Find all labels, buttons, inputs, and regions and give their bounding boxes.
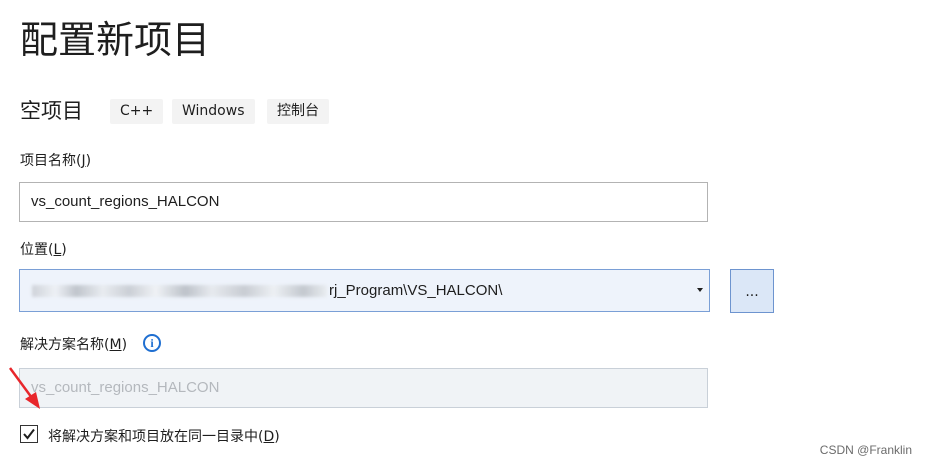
location-value: rj_Program\VS_HALCON\	[329, 282, 503, 299]
browse-button[interactable]: ...	[730, 269, 774, 313]
location-label: 位置(L)	[20, 242, 67, 258]
page-title: 配置新项目	[20, 18, 211, 62]
solution-name-label: 解决方案名称(M)	[20, 337, 128, 353]
watermark: CSDN @Franklin	[819, 443, 912, 457]
info-icon[interactable]: i	[143, 334, 161, 352]
location-combobox[interactable]: rj_Program\VS_HALCON\	[19, 269, 710, 312]
tag-cpp: C++	[110, 99, 164, 124]
template-name: 空项目	[20, 99, 83, 123]
checkmark-icon	[23, 428, 35, 440]
redacted-path	[32, 285, 327, 298]
project-name-input[interactable]: vs_count_regions_HALCON	[19, 182, 708, 222]
tag-console: 控制台	[267, 99, 329, 124]
solution-name-input: vs_count_regions_HALCON	[19, 368, 708, 408]
red-arrow-annotation	[6, 366, 46, 416]
same-directory-checkbox[interactable]	[20, 425, 38, 443]
project-name-label: 项目名称(J)	[20, 153, 92, 169]
tag-windows: Windows	[172, 99, 255, 124]
same-directory-label[interactable]: 将解决方案和项目放在同一目录中(D)	[48, 427, 280, 447]
dropdown-arrow-icon[interactable]	[697, 288, 703, 292]
